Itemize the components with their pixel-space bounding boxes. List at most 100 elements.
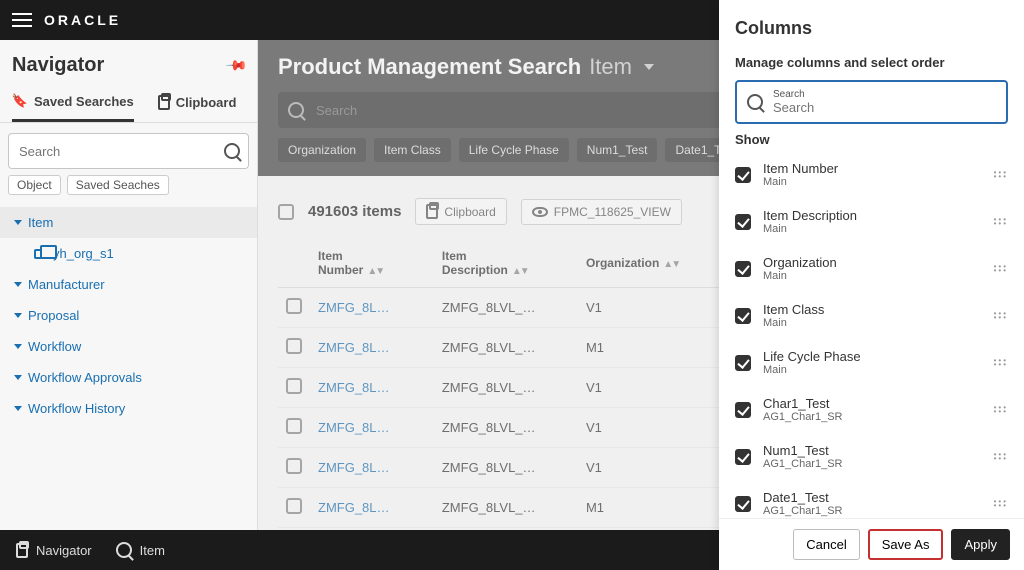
quick-object[interactable]: Object (8, 175, 61, 195)
column-option[interactable]: Life Cycle PhaseMain•••••• (723, 339, 1020, 386)
drag-handle-icon[interactable]: •••••• (994, 171, 1008, 179)
search-icon (288, 102, 304, 118)
column-name: Item Description (763, 208, 982, 223)
drag-handle-icon[interactable]: •••••• (994, 312, 1008, 320)
row-checkbox[interactable] (286, 418, 302, 434)
org-cell: M1 (578, 488, 732, 528)
item-number-cell[interactable]: ZMFG_8L… (310, 448, 434, 488)
column-checkbox[interactable] (735, 496, 751, 512)
drag-handle-icon[interactable]: •••••• (994, 500, 1008, 508)
chevron-down-icon (14, 220, 22, 225)
row-checkbox[interactable] (286, 458, 302, 474)
navigator-icon (16, 543, 28, 558)
column-group: Main (763, 176, 982, 188)
column-checkbox[interactable] (735, 355, 751, 371)
drag-handle-icon[interactable]: •••••• (994, 218, 1008, 226)
column-name: Num1_Test (763, 443, 982, 458)
column-option[interactable]: Item DescriptionMain•••••• (723, 198, 1020, 245)
clipboard-button[interactable]: Clipboard (415, 198, 506, 225)
search-icon (747, 94, 763, 110)
item-number-cell[interactable]: ZMFG_8L… (310, 288, 434, 328)
footer-item[interactable]: Item (116, 542, 165, 558)
eye-icon (532, 207, 548, 217)
filter-chip[interactable]: Organization (278, 138, 366, 162)
drag-handle-icon[interactable]: •••••• (994, 453, 1008, 461)
filter-chip[interactable]: Life Cycle Phase (459, 138, 569, 162)
tree-item-approvals[interactable]: Workflow Approvals (0, 362, 257, 393)
item-desc-cell: ZMFG_8LVL_… (434, 408, 578, 448)
menu-icon[interactable] (12, 13, 32, 27)
bookmark-icon: 🔖 (12, 93, 28, 109)
column-option[interactable]: Item NumberMain•••••• (723, 151, 1020, 198)
sidebar-search[interactable] (8, 133, 249, 169)
row-checkbox[interactable] (286, 378, 302, 394)
tree-item-proposal[interactable]: Proposal (0, 300, 257, 331)
column-checkbox[interactable] (735, 261, 751, 277)
view-button[interactable]: FPMC_118625_VIEW (521, 199, 682, 225)
column-checkbox[interactable] (735, 167, 751, 183)
column-option[interactable]: Date1_TestAG1_Char1_SR•••••• (723, 480, 1020, 518)
item-desc-cell: ZMFG_8LVL_… (434, 288, 578, 328)
panel-search-input[interactable] (773, 100, 996, 115)
tree-item-item[interactable]: Item (0, 207, 257, 238)
tab-clipboard-label: Clipboard (176, 95, 237, 110)
item-number-cell[interactable]: ZMFG_8L… (310, 368, 434, 408)
filter-chip[interactable]: Item Class (374, 138, 451, 162)
search-icon[interactable] (224, 143, 240, 159)
column-checkbox[interactable] (735, 214, 751, 230)
column-option[interactable]: Num1_TestAG1_Char1_SR•••••• (723, 433, 1020, 480)
tree-item-workflow[interactable]: Workflow (0, 331, 257, 362)
tree-item-manufacturer[interactable]: Manufacturer (0, 269, 257, 300)
drag-handle-icon[interactable]: •••••• (994, 265, 1008, 273)
chevron-down-icon (14, 282, 22, 287)
column-header[interactable]: ItemNumber▲▼ (310, 239, 434, 288)
drag-handle-icon[interactable]: •••••• (994, 406, 1008, 414)
tab-clipboard[interactable]: Clipboard (158, 85, 237, 122)
drag-handle-icon[interactable]: •••••• (994, 359, 1008, 367)
column-name: Organization (763, 255, 982, 270)
select-all-checkbox[interactable] (278, 204, 294, 220)
row-checkbox[interactable] (286, 498, 302, 514)
chevron-down-icon (14, 313, 22, 318)
column-group: AG1_Char1_SR (763, 411, 982, 423)
item-desc-cell: ZMFG_8LVL_… (434, 328, 578, 368)
brand-logo: ORACLE (44, 12, 121, 28)
column-option[interactable]: Char1_TestAG1_Char1_SR•••••• (723, 386, 1020, 433)
column-checkbox[interactable] (735, 308, 751, 324)
column-group: AG1_Char1_SR (763, 505, 982, 517)
org-cell: V1 (578, 368, 732, 408)
cancel-button[interactable]: Cancel (793, 529, 859, 560)
panel-title: Columns (719, 0, 1024, 47)
tree-item-history[interactable]: Workflow History (0, 393, 257, 424)
clipboard-icon (426, 204, 438, 219)
apply-button[interactable]: Apply (951, 529, 1010, 560)
column-option[interactable]: OrganizationMain•••••• (723, 245, 1020, 292)
column-name: Item Class (763, 302, 982, 317)
panel-search[interactable]: Search (735, 80, 1008, 124)
item-number-cell[interactable]: ZMFG_8L… (310, 408, 434, 448)
pin-icon[interactable]: 📌 (224, 53, 248, 77)
navigator-title: Navigator (12, 54, 104, 77)
row-checkbox[interactable] (286, 338, 302, 354)
column-group: Main (763, 317, 982, 329)
footer-navigator[interactable]: Navigator (16, 543, 92, 558)
column-header[interactable]: ItemDescription▲▼ (434, 239, 578, 288)
item-number-cell[interactable]: ZMFG_8L… (310, 328, 434, 368)
column-name: Life Cycle Phase (763, 349, 982, 364)
tree-child-yhorg[interactable]: yh_org_s1 (0, 238, 257, 269)
item-number-cell[interactable]: ZMFG_8L… (310, 488, 434, 528)
result-count: 491603 items (308, 203, 401, 220)
column-header[interactable]: Organization▲▼ (578, 239, 732, 288)
save-as-button[interactable]: Save As (868, 529, 944, 560)
search-icon (116, 542, 132, 558)
column-checkbox[interactable] (735, 402, 751, 418)
filter-chip[interactable]: Num1_Test (577, 138, 658, 162)
column-option[interactable]: Item ClassMain •••••• (723, 292, 1020, 339)
tab-saved-searches[interactable]: 🔖 Saved Searches (12, 85, 134, 122)
org-cell: V1 (578, 288, 732, 328)
quick-saved[interactable]: Saved Seaches (67, 175, 169, 195)
row-checkbox[interactable] (286, 298, 302, 314)
chevron-down-icon[interactable] (644, 64, 654, 70)
sidebar-search-input[interactable] (17, 143, 224, 160)
column-checkbox[interactable] (735, 449, 751, 465)
